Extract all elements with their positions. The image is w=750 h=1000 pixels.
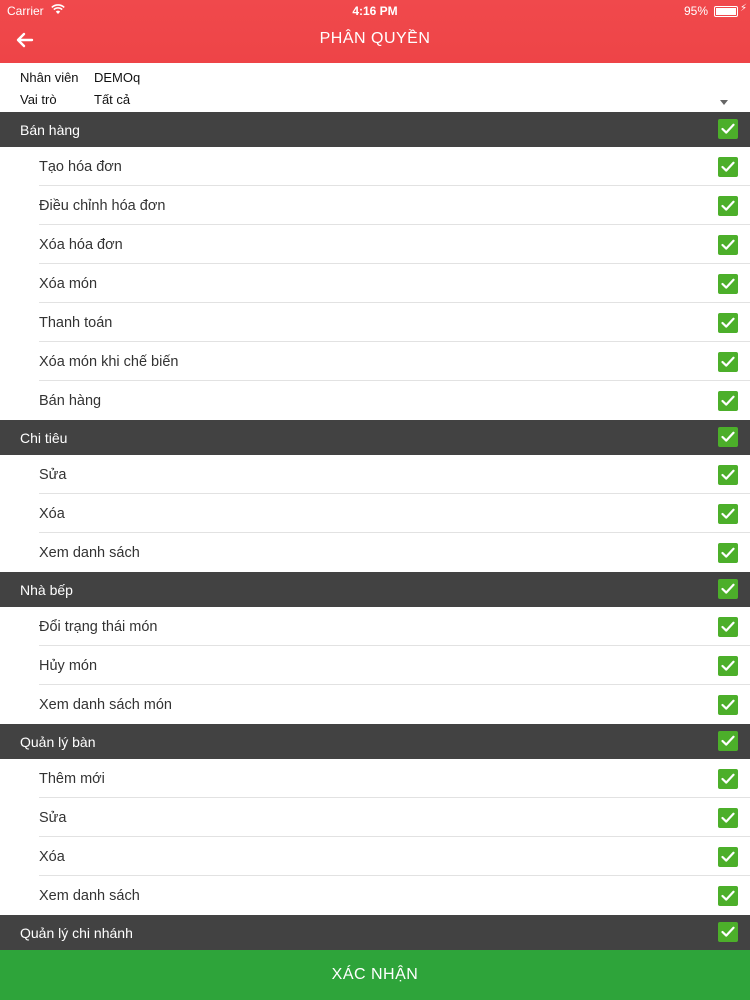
section-label: Nhà bếp [20, 582, 73, 598]
checkbox-checked-icon[interactable] [718, 427, 738, 447]
checkbox-checked-icon[interactable] [718, 274, 738, 294]
checkbox-checked-icon[interactable] [718, 695, 738, 715]
section-header[interactable]: Quản lý bàn [0, 724, 750, 759]
charging-icon: ⚡ [739, 3, 747, 14]
permission-label: Xóa [39, 849, 65, 865]
checkbox-checked-icon[interactable] [718, 391, 738, 411]
permission-label: Xóa hóa đơn [39, 237, 123, 253]
permission-item[interactable]: Xem danh sách [0, 876, 750, 915]
permission-item[interactable]: Đổi trạng thái món [0, 607, 750, 646]
permission-label: Tạo hóa đơn [39, 159, 122, 175]
permission-label: Điều chỉnh hóa đơn [39, 198, 166, 214]
permission-item[interactable]: Sửa [0, 455, 750, 494]
battery-icon [714, 6, 738, 17]
checkbox-checked-icon[interactable] [718, 886, 738, 906]
caret-down-icon[interactable] [720, 100, 728, 105]
permission-item[interactable]: Xóa hóa đơn [0, 225, 750, 264]
permission-item[interactable]: Điều chỉnh hóa đơn [0, 186, 750, 225]
section-header[interactable]: Chi tiêu [0, 420, 750, 455]
checkbox-checked-icon[interactable] [718, 543, 738, 563]
section-label: Chi tiêu [20, 430, 68, 446]
section-label: Quản lý bàn [20, 734, 96, 750]
section-header[interactable]: Bán hàng [0, 112, 750, 147]
permission-label: Xem danh sách món [39, 697, 172, 713]
checkbox-checked-icon[interactable] [718, 808, 738, 828]
checkbox-checked-icon[interactable] [718, 352, 738, 372]
permission-label: Đổi trạng thái món [39, 619, 158, 635]
role-select[interactable]: Vai trò Tất cả [0, 88, 750, 112]
page-title: PHÂN QUYỀN [319, 30, 431, 47]
permission-item[interactable]: Bán hàng [0, 381, 750, 420]
permission-item[interactable]: Xóa món khi chế biến [0, 342, 750, 381]
checkbox-checked-icon[interactable] [718, 656, 738, 676]
checkbox-checked-icon[interactable] [718, 157, 738, 177]
screen: Carrier 4:16 PM 95% ⚡ PHÂN QUYỀN Nhân vi… [0, 0, 750, 1000]
checkbox-checked-icon[interactable] [718, 769, 738, 789]
permission-label: Xóa món khi chế biến [39, 354, 179, 370]
permission-item[interactable]: Xóa [0, 494, 750, 533]
permission-label: Sửa [39, 467, 67, 483]
permission-label: Bán hàng [39, 393, 102, 409]
checkbox-checked-icon[interactable] [718, 504, 738, 524]
checkbox-checked-icon[interactable] [718, 465, 738, 485]
permission-label: Hủy món [39, 658, 98, 674]
permission-label: Sửa [39, 810, 67, 826]
employee-value[interactable]: DEMOq [94, 70, 140, 85]
section-header[interactable]: Quản lý chi nhánh [0, 915, 750, 950]
checkbox-checked-icon[interactable] [718, 731, 738, 751]
permission-item[interactable]: Thanh toán [0, 303, 750, 342]
permission-label: Thêm mới [39, 771, 105, 787]
battery-percent: 95% [683, 4, 708, 18]
permission-label: Xem danh sách [39, 888, 140, 904]
checkbox-checked-icon[interactable] [718, 119, 738, 139]
permission-label: Thanh toán [39, 315, 113, 331]
role-label: Vai trò [20, 92, 57, 107]
checkbox-checked-icon[interactable] [718, 617, 738, 637]
permission-item[interactable]: Sửa [0, 798, 750, 837]
section-header[interactable]: Nhà bếp [0, 572, 750, 607]
section-label: Quản lý chi nhánh [20, 925, 133, 941]
permission-item[interactable]: Xóa món [0, 264, 750, 303]
confirm-button[interactable]: XÁC NHẬN [0, 950, 750, 1000]
permission-item[interactable]: Xem danh sách món [0, 685, 750, 724]
checkbox-checked-icon[interactable] [718, 847, 738, 867]
section-label: Bán hàng [20, 122, 80, 138]
permission-item[interactable]: Hủy món [0, 646, 750, 685]
permission-list[interactable]: Bán hàng Tạo hóa đơn Điều chỉnh hóa đơn Xóa… [0, 112, 750, 950]
checkbox-checked-icon[interactable] [718, 196, 738, 216]
status-time: 4:16 PM [352, 4, 398, 18]
permission-item[interactable]: Xóa [0, 837, 750, 876]
permission-label: Xóa món [39, 276, 98, 292]
role-value[interactable]: Tất cả [94, 92, 130, 107]
permission-label: Xóa [39, 506, 65, 522]
permission-item[interactable]: Tạo hóa đơn [0, 147, 750, 186]
checkbox-checked-icon[interactable] [718, 313, 738, 333]
nav-bar: PHÂN QUYỀN [0, 22, 750, 63]
permission-item[interactable]: Xem danh sách [0, 533, 750, 572]
employee-label: Nhân viên [20, 70, 79, 85]
permission-label: Xem danh sách [39, 545, 140, 561]
employee-row: Nhân viên DEMOq [0, 66, 750, 90]
filter-panel: Nhân viên DEMOq Vai trò Tất cả [0, 63, 750, 112]
permission-item[interactable]: Thêm mới [0, 759, 750, 798]
checkbox-checked-icon[interactable] [718, 235, 738, 255]
header-bar: Carrier 4:16 PM 95% ⚡ PHÂN QUYỀN [0, 0, 750, 63]
checkbox-checked-icon[interactable] [718, 922, 738, 942]
status-bar: Carrier 4:16 PM 95% ⚡ [0, 0, 750, 22]
checkbox-checked-icon[interactable] [718, 579, 738, 599]
